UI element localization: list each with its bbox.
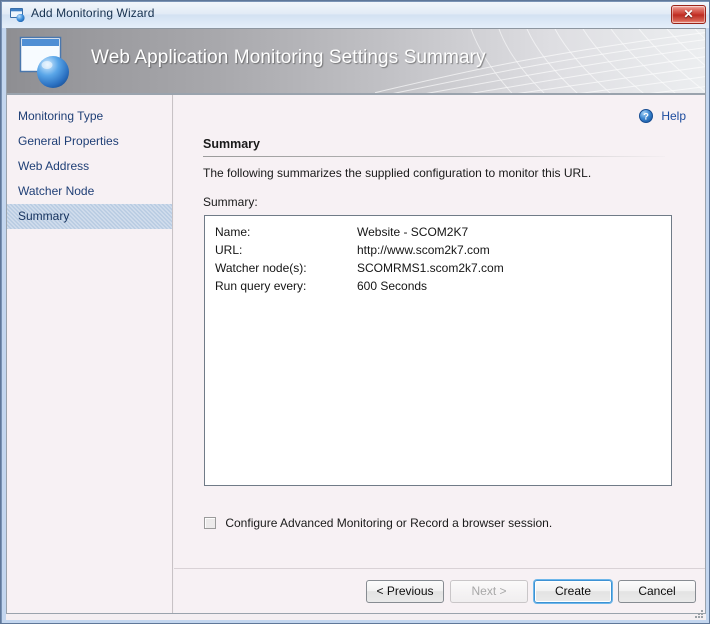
summary-details-box: Name: Website - SCOM2K7 URL: http://www.… xyxy=(204,215,672,486)
summary-row-key: Watcher node(s): xyxy=(215,261,307,275)
summary-row-key: Run query every: xyxy=(215,279,307,293)
create-button[interactable]: Create xyxy=(534,580,612,603)
banner-divider xyxy=(7,93,705,95)
close-button[interactable]: ✕ xyxy=(671,5,706,24)
resize-grip[interactable] xyxy=(692,607,705,620)
section-title-rule xyxy=(203,156,665,157)
main-content-panel: ? Help Summary The following summarizes … xyxy=(174,95,705,568)
summary-row-value: http://www.scom2k7.com xyxy=(357,243,490,257)
sidebar-item-monitoring-type[interactable]: Monitoring Type xyxy=(7,104,172,129)
section-title: Summary xyxy=(203,137,260,151)
previous-button[interactable]: < Previous xyxy=(366,580,444,603)
web-application-globe-icon xyxy=(17,34,79,90)
wizard-footer: < Previous Next > Create Cancel xyxy=(174,569,705,613)
add-monitoring-wizard-window: Add Monitoring Wizard ✕ Web Application … xyxy=(0,0,710,624)
help-question-icon: ? xyxy=(638,109,653,123)
wizard-banner: Web Application Monitoring Settings Summ… xyxy=(7,29,705,94)
section-description: The following summarizes the supplied co… xyxy=(203,166,592,180)
sidebar-item-watcher-node[interactable]: Watcher Node xyxy=(7,179,172,204)
summary-row-value: 600 Seconds xyxy=(357,279,428,293)
next-button-label: Next > xyxy=(471,584,507,598)
summary-row-value: Website - SCOM2K7 xyxy=(357,225,469,239)
sidebar-item-label: General Properties xyxy=(18,134,119,148)
summary-row-watcher-nodes: Watcher node(s): SCOMRMS1.scom2k7.com xyxy=(205,259,671,277)
summary-row-key: URL: xyxy=(215,243,243,257)
summary-row-value: SCOMRMS1.scom2k7.com xyxy=(357,261,504,275)
wizard-step-sidebar: Monitoring Type General Properties Web A… xyxy=(7,95,173,613)
banner-title: Web Application Monitoring Settings Summ… xyxy=(91,47,486,68)
summary-row-url: URL: http://www.scom2k7.com xyxy=(205,241,671,259)
help-link[interactable]: ? Help xyxy=(638,109,686,123)
window-monitor-icon xyxy=(10,7,26,23)
previous-button-label: < Previous xyxy=(376,584,434,598)
sidebar-item-summary[interactable]: Summary xyxy=(7,204,172,229)
svg-text:?: ? xyxy=(643,112,649,123)
close-icon: ✕ xyxy=(683,7,694,21)
sidebar-item-label: Monitoring Type xyxy=(18,109,104,123)
sidebar-item-label: Watcher Node xyxy=(18,184,95,198)
summary-field-label: Summary: xyxy=(203,195,258,209)
summary-row-name: Name: Website - SCOM2K7 xyxy=(205,223,671,241)
configure-advanced-monitoring-checkbox-row[interactable]: Configure Advanced Monitoring or Record … xyxy=(204,516,552,530)
sidebar-item-web-address[interactable]: Web Address xyxy=(7,154,172,179)
sidebar-item-general-properties[interactable]: General Properties xyxy=(7,129,172,154)
summary-row-run-query-every: Run query every: 600 Seconds xyxy=(205,277,671,295)
configure-advanced-monitoring-checkbox[interactable] xyxy=(204,517,216,529)
summary-row-key: Name: xyxy=(215,225,251,239)
sidebar-item-label: Web Address xyxy=(18,159,90,173)
next-button: Next > xyxy=(450,580,528,603)
cancel-button-label: Cancel xyxy=(638,584,676,598)
window-title: Add Monitoring Wizard xyxy=(31,6,155,20)
help-link-label: Help xyxy=(661,109,686,123)
cancel-button[interactable]: Cancel xyxy=(618,580,696,603)
sidebar-item-label: Summary xyxy=(18,209,70,223)
configure-advanced-monitoring-label: Configure Advanced Monitoring or Record … xyxy=(225,516,553,530)
title-bar: Add Monitoring Wizard ✕ xyxy=(2,2,709,28)
create-button-label: Create xyxy=(554,584,592,598)
